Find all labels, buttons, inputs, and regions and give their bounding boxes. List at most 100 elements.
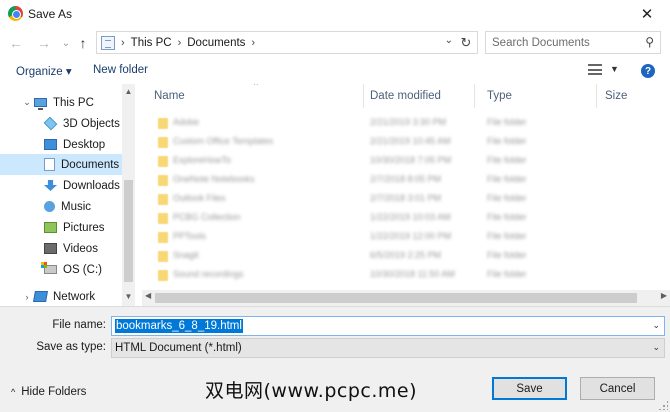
back-arrow-icon[interactable]: ← [6,33,26,53]
folder-icon [158,175,168,186]
table-row[interactable]: Sound recordings 10/30/2018 11:50 AM File … [142,266,670,285]
breadcrumb-separator-icon: › [251,36,256,49]
downloads-icon [44,180,57,191]
window-title: Save As [28,7,73,21]
expand-chevron-icon[interactable]: › [22,292,32,302]
command-toolbar: Organize ▾ New folder ▼ [0,58,670,84]
music-icon [44,201,55,212]
file-name-value: bookmarks_6_8_19.html [115,319,243,333]
table-row[interactable]: PPTools 1/22/2019 12:00 PM File folder [142,228,670,247]
address-bar[interactable]: › This PC › Documents › ⌄ ↻ [96,31,478,54]
up-arrow-icon[interactable]: ↑ [73,33,93,53]
column-header-type[interactable]: Type [475,84,597,108]
file-list: ^ Name Date modified Type Size Adobe 2/21… [142,84,670,306]
scroll-down-icon[interactable]: ▼ [122,292,135,301]
save-type-value: HTML Document (*.html) [115,342,242,354]
collapse-chevron-icon[interactable]: ⌄ [22,97,32,108]
column-header-name[interactable]: Name [142,84,364,108]
view-options-icon[interactable] [588,64,602,75]
organize-button[interactable]: Organize ▾ [16,64,72,78]
cancel-button[interactable]: Cancel [580,377,655,400]
chevron-up-icon: ^ [11,387,16,397]
sidebar-item-label: Desktop [63,138,106,151]
documents-icon [44,158,55,171]
desktop-icon [44,139,57,150]
table-row[interactable]: Custom Office Templates 2/21/2019 10:45 A… [142,133,670,152]
table-row[interactable]: Adobe 2/21/2019 3:30 PM File folder [142,114,670,133]
resize-grip[interactable] [658,400,668,410]
table-row[interactable]: OneNote Notebooks 2/7/2018 8:05 PM File fo… [142,171,670,190]
table-row[interactable]: ExploreHowTo 10/30/2018 7:05 PM File folde… [142,152,670,171]
cube-icon [43,116,58,131]
sidebar-item-pictures[interactable]: Pictures [0,217,122,238]
title-bar: Save As ✕ [0,0,670,28]
column-header-size[interactable]: Size [593,84,670,108]
folder-icon [158,232,168,243]
sidebar-item-os-c[interactable]: OS (C:) [0,259,122,280]
sidebar-item-desktop[interactable]: Desktop [0,134,122,155]
new-folder-button[interactable]: New folder [93,64,148,76]
folder-icon [158,137,168,148]
sidebar-item-label: Music [61,200,92,213]
sidebar-item-label: Pictures [63,221,105,234]
view-dropdown-icon[interactable]: ▼ [610,64,619,74]
folder-icon [158,251,168,262]
videos-icon [44,243,57,254]
search-icon: ⚲ [645,35,654,49]
forward-arrow-icon[interactable]: → [34,33,54,53]
navigation-scrollbar[interactable]: ▲ ▼ [122,84,135,306]
save-button[interactable]: Save [492,377,567,400]
location-icon [101,35,115,50]
hide-folders-label: Hide Folders [21,386,87,398]
sidebar-item-this-pc[interactable]: ⌄ This PC [0,92,122,113]
scroll-up-icon[interactable]: ▲ [122,87,135,96]
save-type-label: Save as type: [36,341,106,353]
breadcrumb-this-pc[interactable]: This PC [131,37,172,49]
chrome-icon [8,6,23,21]
chevron-down-icon[interactable]: ⌄ [652,342,660,353]
folder-icon [158,194,168,205]
table-row[interactable]: PCBG Collection 1/22/2019 10:03 AM File fo… [142,209,670,228]
search-input[interactable]: Search Documents ⚲ [485,31,661,54]
chevron-down-icon[interactable]: ⌄ [652,320,660,331]
breadcrumb-separator-icon: › [177,36,182,49]
sidebar-item-label: Network [53,290,96,303]
folder-icon [158,213,168,224]
file-name-field[interactable]: bookmarks_6_8_19.html ⌄ [111,316,665,336]
hide-folders-button[interactable]: ^ Hide Folders [11,386,86,398]
pictures-icon [44,222,57,233]
table-row[interactable]: Outlook Files 2/7/2018 3:01 PM File folder [142,190,670,209]
save-type-select[interactable]: HTML Document (*.html) ⌄ [111,338,665,358]
sidebar-item-videos[interactable]: Videos [0,238,122,259]
horizontal-scrollbar[interactable]: ◀ ▶ [142,290,670,306]
folder-icon [158,156,168,167]
help-icon[interactable]: ? [641,64,655,78]
scrollbar-thumb[interactable] [124,180,133,282]
file-name-label: File name: [52,319,106,331]
pc-icon [34,98,47,110]
close-button[interactable]: ✕ [624,0,670,28]
sidebar-item-label: 3D Objects [63,117,120,130]
table-row[interactable]: Snagit 6/5/2019 2:25 PM File folder [142,247,670,266]
scroll-left-icon[interactable]: ◀ [145,291,151,300]
sidebar-item-documents[interactable]: Documents [0,154,122,175]
sidebar-item-music[interactable]: Music [0,196,122,217]
save-form-panel: File name: bookmarks_6_8_19.html ⌄ Save … [0,306,670,412]
sidebar-item-3d-objects[interactable]: 3D Objects [0,113,122,134]
search-placeholder: Search Documents [492,36,590,49]
address-dropdown-icon[interactable]: ⌄ [445,35,453,46]
refresh-icon[interactable]: ↻ [457,34,475,52]
sidebar-item-network[interactable]: › Network [0,286,122,306]
drive-icon [41,262,57,274]
sidebar-item-label: Documents [61,158,120,171]
scroll-right-icon[interactable]: ▶ [661,291,667,300]
folder-icon [158,270,168,281]
watermark-text: 双电网(www.pcpc.me) [205,380,417,402]
sidebar-item-label: Downloads [63,179,120,192]
scrollbar-thumb[interactable] [155,293,637,303]
breadcrumb-separator-icon: › [121,36,125,49]
breadcrumb-documents[interactable]: Documents [187,37,245,49]
sidebar-item-downloads[interactable]: Downloads [0,175,122,196]
navigation-bar: ← → ⌄ ↑ › This PC › Documents › ⌄ ↻ Sear… [0,28,670,58]
column-header-date[interactable]: Date modified [358,84,475,108]
